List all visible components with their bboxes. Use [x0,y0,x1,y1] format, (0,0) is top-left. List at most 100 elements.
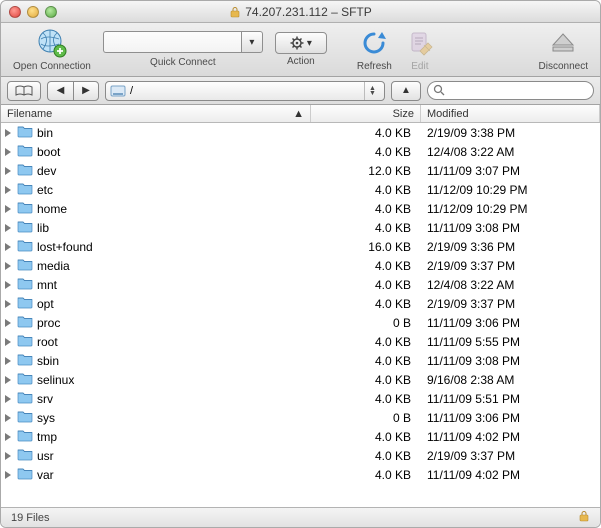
refresh-icon [358,27,390,59]
filename-text: var [37,468,54,482]
cell-modified: 11/11/09 4:02 PM [421,468,600,482]
cell-modified: 12/4/08 3:22 AM [421,278,600,292]
cell-filename: home [1,200,311,217]
disclosure-triangle-icon[interactable] [5,414,11,422]
cell-modified: 11/11/09 3:08 PM [421,221,600,235]
disclosure-triangle-icon[interactable] [5,167,11,175]
close-window-button[interactable] [9,6,21,18]
table-row[interactable]: etc4.0 KB11/12/09 10:29 PM [1,180,600,199]
folder-icon [17,295,33,312]
cell-modified: 2/19/09 3:37 PM [421,449,600,463]
path-select[interactable]: / ▲▼ [105,81,385,101]
table-row[interactable]: tmp4.0 KB11/11/09 4:02 PM [1,427,600,446]
disclosure-triangle-icon[interactable] [5,243,11,251]
filename-text: lost+found [37,240,93,254]
cell-filename: usr [1,447,311,464]
table-row[interactable]: selinux4.0 KB9/16/08 2:38 AM [1,370,600,389]
table-row[interactable]: lost+found16.0 KB2/19/09 3:36 PM [1,237,600,256]
disclosure-triangle-icon[interactable] [5,224,11,232]
table-row[interactable]: lib4.0 KB11/11/09 3:08 PM [1,218,600,237]
disclosure-triangle-icon[interactable] [5,186,11,194]
search-wrap [427,81,594,100]
disclosure-triangle-icon[interactable] [5,300,11,308]
action-menu[interactable]: ▾ Action [275,32,327,67]
cell-size: 4.0 KB [311,259,421,273]
filename-text: tmp [37,430,57,444]
table-row[interactable]: root4.0 KB11/11/09 5:55 PM [1,332,600,351]
disk-icon [110,84,126,98]
cell-filename: sys [1,409,311,426]
forward-button[interactable]: ▶ [73,81,99,101]
disclosure-triangle-icon[interactable] [5,319,11,327]
table-row[interactable]: opt4.0 KB2/19/09 3:37 PM [1,294,600,313]
quick-connect-label: Quick Connect [150,57,216,68]
cell-modified: 11/12/09 10:29 PM [421,183,600,197]
chevron-down-icon: ▾ [249,37,254,48]
table-row[interactable]: mnt4.0 KB12/4/08 3:22 AM [1,275,600,294]
search-input[interactable] [427,81,594,100]
table-row[interactable]: home4.0 KB11/12/09 10:29 PM [1,199,600,218]
refresh-label: Refresh [357,61,392,72]
file-list[interactable]: bin4.0 KB2/19/09 3:38 PMboot4.0 KB12/4/0… [1,123,600,509]
disclosure-triangle-icon[interactable] [5,148,11,156]
cell-modified: 11/11/09 5:55 PM [421,335,600,349]
column-header-modified[interactable]: Modified [421,105,600,122]
back-button[interactable]: ◀ [47,81,73,101]
folder-icon [17,200,33,217]
disclosure-triangle-icon[interactable] [5,205,11,213]
column-header-filename[interactable]: Filename ▲ [1,105,311,122]
folder-icon [17,409,33,426]
table-row[interactable]: dev12.0 KB11/11/09 3:07 PM [1,161,600,180]
quick-connect-field[interactable] [103,31,241,53]
edit-button[interactable]: Edit [404,27,436,72]
zoom-window-button[interactable] [45,6,57,18]
quick-connect-dropdown[interactable]: ▾ [241,31,263,53]
table-row[interactable]: sys0 B11/11/09 3:06 PM [1,408,600,427]
table-row[interactable]: proc0 B11/11/09 3:06 PM [1,313,600,332]
table-row[interactable]: bin4.0 KB2/19/09 3:38 PM [1,123,600,142]
disclosure-triangle-icon[interactable] [5,433,11,441]
filename-text: boot [37,145,60,159]
minimize-window-button[interactable] [27,6,39,18]
disclosure-triangle-icon[interactable] [5,281,11,289]
up-button[interactable]: ▲ [391,81,421,101]
disclosure-triangle-icon[interactable] [5,357,11,365]
disclosure-triangle-icon[interactable] [5,452,11,460]
column-header-size[interactable]: Size [311,105,421,122]
cell-filename: tmp [1,428,311,445]
filename-text: home [37,202,67,216]
filename-text: lib [37,221,49,235]
table-row[interactable]: usr4.0 KB2/19/09 3:37 PM [1,446,600,465]
cell-size: 4.0 KB [311,145,421,159]
cell-modified: 12/4/08 3:22 AM [421,145,600,159]
table-row[interactable]: sbin4.0 KB11/11/09 3:08 PM [1,351,600,370]
disclosure-triangle-icon[interactable] [5,262,11,270]
cell-size: 4.0 KB [311,126,421,140]
bookmarks-button[interactable] [7,81,41,101]
disclosure-triangle-icon[interactable] [5,129,11,137]
cell-modified: 2/19/09 3:38 PM [421,126,600,140]
refresh-button[interactable]: Refresh [357,27,392,72]
cell-filename: boot [1,143,311,160]
disclosure-triangle-icon[interactable] [5,338,11,346]
folder-icon [17,428,33,445]
table-row[interactable]: var4.0 KB11/11/09 4:02 PM [1,465,600,484]
disconnect-button[interactable]: Disconnect [539,27,588,72]
table-row[interactable]: srv4.0 KB11/11/09 5:51 PM [1,389,600,408]
disclosure-triangle-icon[interactable] [5,471,11,479]
caret-up-icon: ▲ [401,85,411,96]
edit-icon [404,27,436,59]
table-row[interactable]: boot 4.0 KB12/4/08 3:22 AM [1,142,600,161]
action-button[interactable]: ▾ [275,32,327,54]
folder-icon [17,124,33,141]
disclosure-triangle-icon[interactable] [5,395,11,403]
window-title-text: 74.207.231.112 – SFTP [245,5,372,19]
disclosure-triangle-icon[interactable] [5,376,11,384]
window-title: 74.207.231.112 – SFTP [1,5,600,19]
open-connection-button[interactable]: Open Connection [13,27,91,72]
book-icon [14,85,34,97]
table-row[interactable]: media4.0 KB2/19/09 3:37 PM [1,256,600,275]
caret-left-icon: ◀ [57,85,65,96]
cell-filename: bin [1,124,311,141]
pathbar: ◀ ▶ / ▲▼ ▲ [1,77,600,105]
